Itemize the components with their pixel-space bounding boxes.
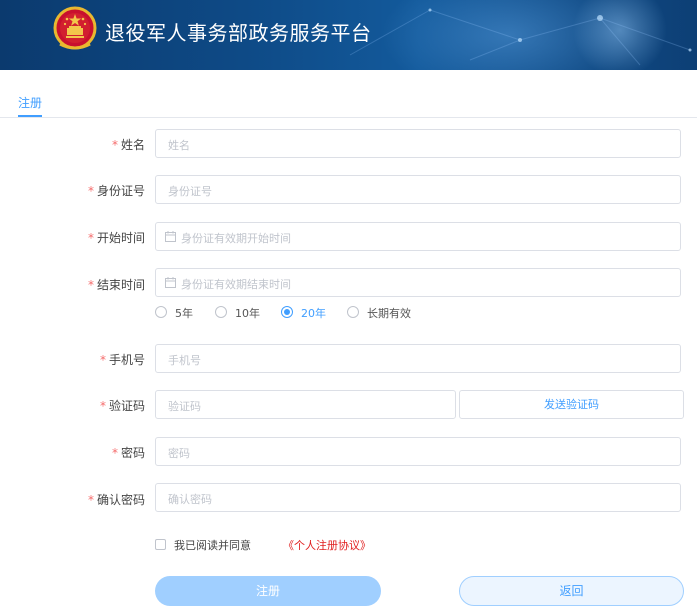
phone-label: * 手机号 [5, 351, 145, 368]
calendar-icon [165, 231, 176, 242]
start-time-placeholder: 身份证有效期开始时间 [181, 232, 291, 245]
confirm-password-label-text: 确认密码 [96, 493, 145, 507]
platform-title: 退役军人事务部政务服务平台 [105, 21, 372, 45]
name-label-text: 姓名 [120, 138, 145, 152]
tab-active-indicator [18, 115, 42, 117]
agreement-text: 我已阅读并同意 [174, 539, 251, 552]
phone-label-text: 手机号 [108, 353, 145, 367]
agreement-checkbox[interactable] [155, 539, 166, 550]
radio-label: 20年 [301, 307, 326, 320]
radio-label: 5年 [175, 307, 193, 320]
required-mark: * [99, 353, 106, 367]
register-button[interactable]: 注册 [155, 576, 381, 606]
password-input[interactable]: 密码 [155, 437, 681, 466]
required-mark: * [99, 399, 106, 413]
confirm-password-label: * 确认密码 [5, 491, 145, 508]
id-number-input[interactable]: 身份证号 [155, 175, 681, 204]
verify-code-label-text: 验证码 [108, 399, 145, 413]
radio-circle [215, 306, 227, 318]
name-input[interactable]: 姓名 [155, 129, 681, 158]
end-time-picker[interactable]: 身份证有效期结束时间 [155, 268, 681, 297]
tab-bar: 注册 [0, 88, 697, 118]
end-time-label: * 结束时间 [5, 276, 145, 293]
send-code-button[interactable]: 发送验证码 [459, 390, 684, 419]
start-time-label: * 开始时间 [5, 229, 145, 246]
id-number-label: * 身份证号 [5, 182, 145, 199]
password-label: * 密码 [5, 444, 145, 461]
start-time-label-text: 开始时间 [96, 231, 145, 245]
radio-label: 10年 [235, 307, 260, 320]
confirm-password-input[interactable]: 确认密码 [155, 483, 681, 512]
verify-code-label: * 验证码 [5, 397, 145, 414]
required-mark: * [87, 231, 94, 245]
radio-circle [155, 306, 167, 318]
required-mark: * [87, 278, 94, 292]
radio-circle-selected [281, 306, 293, 318]
header-banner: 退役军人事务部政务服务平台 [0, 0, 697, 70]
tab-register[interactable]: 注册 [18, 94, 42, 111]
calendar-icon [165, 277, 176, 288]
required-mark: * [87, 493, 94, 507]
back-button[interactable]: 返回 [459, 576, 684, 606]
phone-input[interactable]: 手机号 [155, 344, 681, 373]
end-time-label-text: 结束时间 [96, 278, 145, 292]
radio-circle [347, 306, 359, 318]
required-mark: * [87, 184, 94, 198]
required-mark: * [111, 138, 118, 152]
start-time-picker[interactable]: 身份证有效期开始时间 [155, 222, 681, 251]
end-time-placeholder: 身份证有效期结束时间 [181, 278, 291, 291]
id-number-placeholder: 身份证号 [168, 185, 212, 198]
national-emblem-icon [53, 6, 97, 50]
agreement-link[interactable]: 《个人注册协议》 [283, 537, 371, 553]
confirm-password-placeholder: 确认密码 [168, 493, 212, 506]
name-label: * 姓名 [5, 136, 145, 153]
verify-code-input[interactable]: 验证码 [155, 390, 456, 419]
verify-code-placeholder: 验证码 [168, 400, 201, 413]
name-placeholder: 姓名 [168, 139, 190, 152]
radio-label: 长期有效 [367, 307, 411, 320]
password-placeholder: 密码 [168, 447, 190, 460]
password-label-text: 密码 [120, 446, 145, 460]
id-number-label-text: 身份证号 [96, 184, 145, 198]
phone-placeholder: 手机号 [168, 354, 201, 367]
required-mark: * [111, 446, 118, 460]
